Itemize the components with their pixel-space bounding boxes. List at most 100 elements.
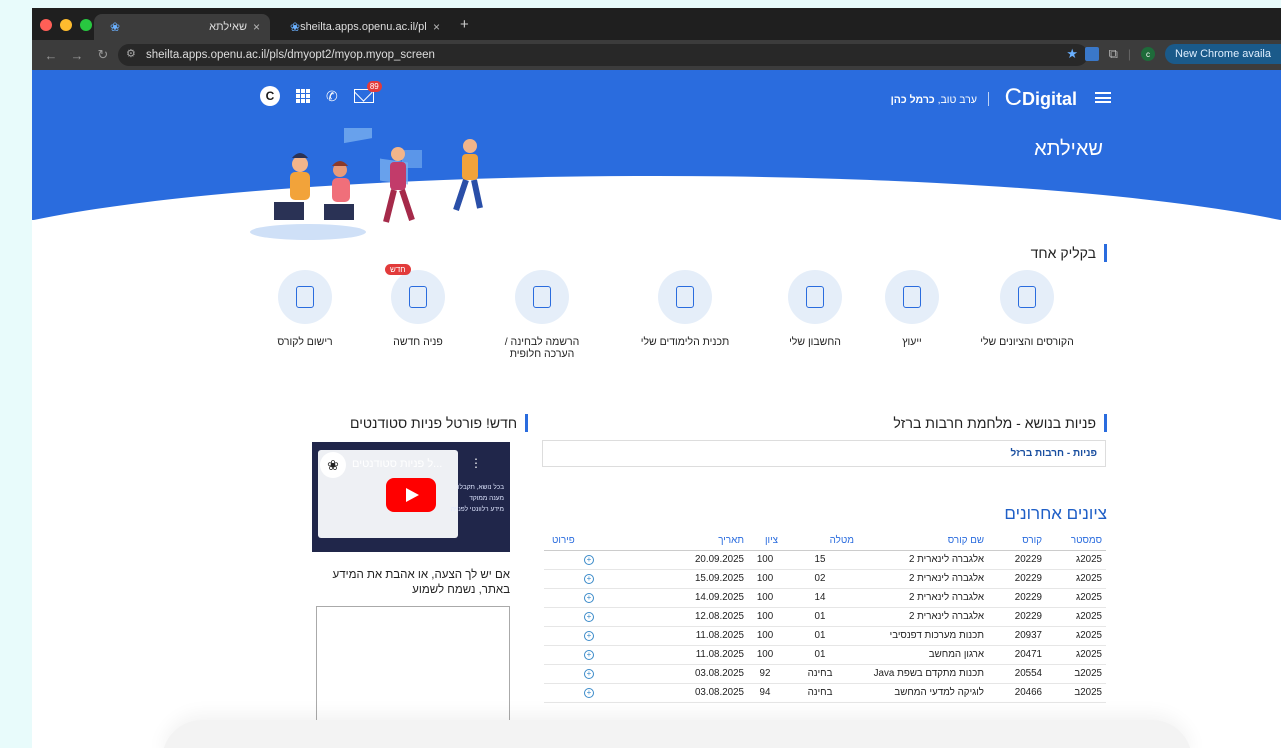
recent-grades-title: ציונים אחרונים: [1004, 504, 1107, 523]
cell-date: 11.08.2025: [688, 645, 748, 665]
extension-icon[interactable]: [1084, 47, 1099, 61]
recent-grades-table: סמסטר קורס שם קורס מטלה ציון תאריך פירוט…: [544, 532, 1106, 703]
grade-row: 2025ג 20471 ארגון המחשב 01 100 11.08.2025 +: [544, 645, 1106, 665]
cell-details: +: [544, 607, 688, 627]
play-button-icon[interactable]: [386, 478, 436, 512]
maximize-window-button[interactable]: [80, 19, 92, 31]
new-tab-button[interactable]: +: [460, 16, 469, 33]
expand-details-icon[interactable]: +: [584, 555, 594, 565]
cell-semester: 2025ב: [1046, 664, 1106, 684]
exam-registration-icon: [533, 286, 551, 308]
advice-icon: [903, 286, 921, 308]
cell-semester: 2025ג: [1046, 588, 1106, 608]
back-icon[interactable]: ←: [44, 48, 58, 63]
apps-grid-icon[interactable]: [296, 89, 310, 103]
close-tab-icon[interactable]: ×: [253, 20, 260, 34]
column-date: תאריך: [688, 532, 748, 551]
cell-course-name: אלגברה לינארית 2: [858, 569, 988, 589]
bookmark-star-icon[interactable]: ★: [1066, 46, 1078, 62]
inquiries-box: פניות - חרבות ברזל: [542, 440, 1106, 467]
cell-assignment: 14: [782, 588, 858, 608]
cell-assignment: 15: [782, 550, 858, 570]
mail-button[interactable]: 89: [353, 81, 382, 103]
iron-swords-inquiries-link[interactable]: פניות - חרבות ברזל: [1010, 448, 1097, 459]
close-tab-icon[interactable]: ×: [433, 20, 440, 34]
cell-course-name: תכנות מערכות דפנסיבי: [858, 626, 988, 646]
cell-details: +: [544, 626, 688, 646]
video-side-text: בכל נושא, תקבלו: מענה ממוקד מידע רלוונטי…: [450, 484, 504, 513]
course-registration-icon: [296, 286, 314, 308]
cell-details: +: [544, 683, 688, 703]
column-semester: סמסטר: [1046, 532, 1106, 551]
cell-semester: 2025ג: [1046, 607, 1106, 627]
quick-link-course-registration[interactable]: רישום לקורס: [255, 270, 355, 348]
extensions-puzzle-icon[interactable]: ⧉: [1109, 46, 1118, 62]
tab-sheilta[interactable]: ❀ שאילתא ×: [94, 14, 270, 40]
header-divider: [988, 92, 989, 106]
quick-link-exam-registration[interactable]: הרשמה לבחינה / הערכה חלופית: [492, 270, 592, 360]
cell-grade: 100: [748, 645, 782, 665]
site-settings-icon[interactable]: ⚙: [126, 47, 136, 60]
browser-window: ❀ שאילתא × ❀ sheilta.apps.openu.ac.il/pl…: [32, 8, 1281, 748]
profile-avatar[interactable]: c: [1141, 47, 1156, 61]
cell-date: 03.08.2025: [688, 664, 748, 684]
cell-assignment: 01: [782, 626, 858, 646]
address-bar[interactable]: ⚙ sheilta.apps.openu.ac.il/pls/dmyopt2/m…: [118, 44, 1088, 66]
page-title: שאילתא: [1034, 138, 1103, 160]
grade-row: 2025ג 20937 תכנות מערכות דפנסיבי 01 100 11.08…: [544, 626, 1106, 646]
grade-row: 2025ג 20229 אלגברה לינארית 2 15 100 20.09.202…: [544, 550, 1106, 570]
feedback-prompt: אם יש לך הצעה, או אהבת את המידע באתר, נש…: [332, 569, 510, 596]
chrome-update-button[interactable]: New Chrome availa: [1165, 44, 1281, 64]
minimize-window-button[interactable]: [60, 19, 72, 31]
study-plan-icon: [676, 286, 694, 308]
forward-icon[interactable]: →: [70, 48, 84, 63]
cell-date: 15.09.2025: [688, 569, 748, 589]
column-course: קורס: [988, 532, 1046, 551]
grade-row: 2025ג 20229 אלגברה לינארית 2 01 100 12.08.202…: [544, 607, 1106, 627]
cell-details: +: [544, 588, 688, 608]
quick-link-courses[interactable]: הקורסים והציונים שלי: [977, 270, 1077, 348]
cell-semester: 2025ג: [1046, 645, 1106, 665]
column-grade: ציון: [748, 532, 782, 551]
cell-course: 20229: [988, 550, 1046, 570]
new-badge: חדש: [385, 264, 411, 275]
user-avatar[interactable]: C: [260, 86, 280, 106]
cell-course-name: ארגון המחשב: [858, 645, 988, 665]
digital-logo[interactable]: CDigital: [1005, 84, 1077, 112]
portal-video[interactable]: ...ל פניות סטודנטים ❀ ⋮ בכל נושא, תקבלו:…: [312, 442, 510, 552]
grade-row: 2025ב 20554 תכנות מתקדם בשפת Java בחינה 92 03…: [544, 664, 1106, 684]
close-window-button[interactable]: [40, 19, 52, 31]
header-actions: C ✆ 89: [260, 81, 382, 106]
expand-details-icon[interactable]: +: [584, 593, 594, 603]
expand-details-icon[interactable]: +: [584, 631, 594, 641]
cell-course: 20471: [988, 645, 1046, 665]
cell-assignment: בחינה: [782, 664, 858, 684]
hamburger-menu-icon[interactable]: [1095, 92, 1111, 103]
cell-details: +: [544, 569, 688, 589]
url-text: sheilta.apps.openu.ac.il/pls/dmyopt2/myo…: [146, 49, 435, 61]
quick-link-advice[interactable]: ייעוץ: [862, 270, 962, 348]
reload-icon[interactable]: ↻: [96, 47, 110, 63]
cell-course-name: אלגברה לינארית 2: [858, 607, 988, 627]
grade-row: 2025ג 20229 אלגברה לינארית 2 14 100 14.09.202…: [544, 588, 1106, 608]
cell-date: 14.09.2025: [688, 588, 748, 608]
cell-semester: 2025ג: [1046, 626, 1106, 646]
phone-icon[interactable]: ✆: [326, 88, 338, 105]
user-greeting: ערב טוב, כרמל כהן: [891, 94, 977, 106]
quick-link-study-plan[interactable]: תכנית הלימודים שלי: [635, 270, 735, 348]
tab-sheilta-url[interactable]: ❀ sheilta.apps.openu.ac.il/pls/d ×: [274, 14, 450, 40]
grades-header-row: סמסטר קורס שם קורס מטלה ציון תאריך פירוט: [544, 532, 1106, 551]
expand-details-icon[interactable]: +: [584, 650, 594, 660]
cell-semester: 2025ב: [1046, 683, 1106, 703]
expand-details-icon[interactable]: +: [584, 612, 594, 622]
tab-title: sheilta.apps.openu.ac.il/pls/d: [300, 21, 427, 33]
expand-details-icon[interactable]: +: [584, 574, 594, 584]
quick-link-new-inquiry[interactable]: חדש פניה חדשה: [368, 264, 468, 348]
quick-link-account[interactable]: החשבון שלי: [765, 270, 865, 348]
cell-course: 20229: [988, 607, 1046, 627]
video-menu-icon[interactable]: ⋮: [470, 456, 482, 470]
cell-grade: 92: [748, 664, 782, 684]
expand-details-icon[interactable]: +: [584, 688, 594, 698]
cell-grade: 100: [748, 626, 782, 646]
expand-details-icon[interactable]: +: [584, 669, 594, 679]
